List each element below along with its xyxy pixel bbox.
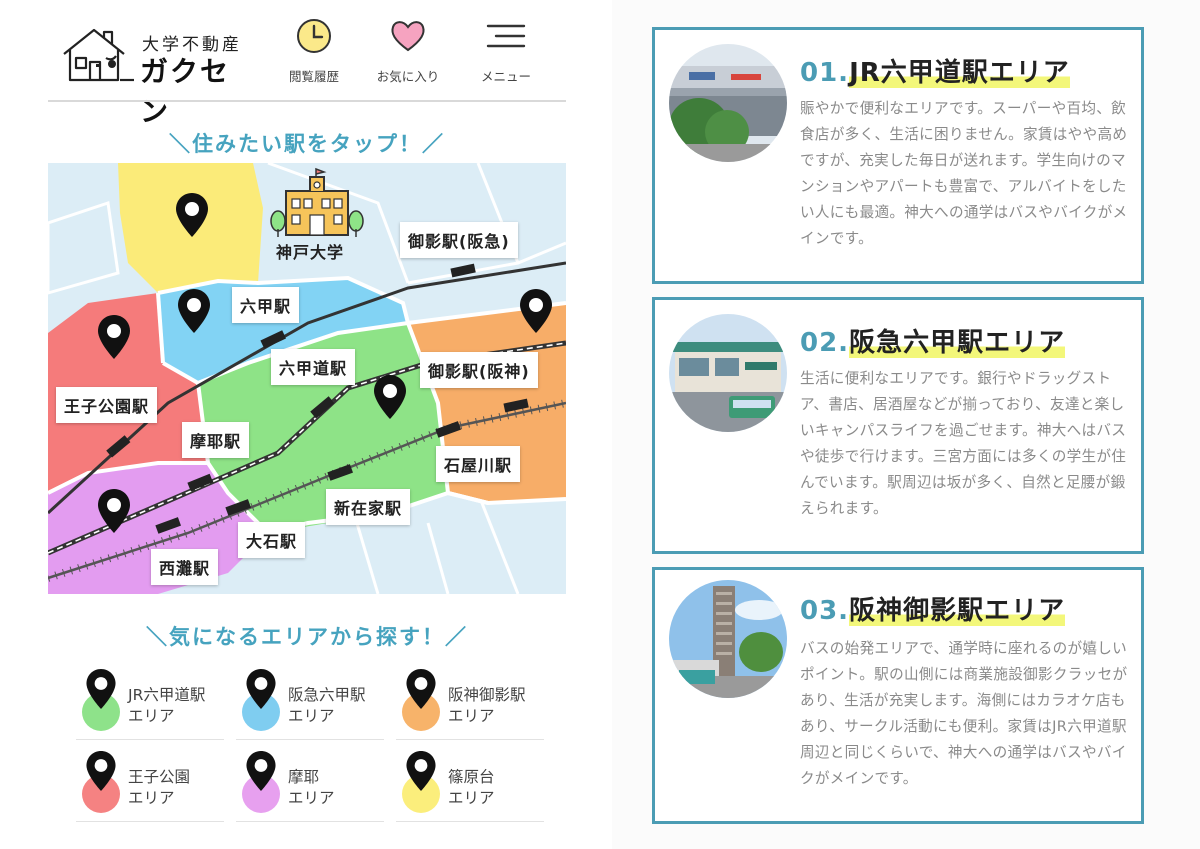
menu-label: メニュー — [480, 69, 531, 84]
menu-icon — [486, 24, 526, 48]
card-title-text: JR六甲道駅エリア — [849, 58, 1070, 88]
station-map[interactable]: 神戸大学 御影駅(阪急) 六甲駅 六甲道駅 御影駅(阪神) 王子公園駅 摩耶駅 … — [48, 163, 566, 594]
clock-icon — [297, 19, 331, 53]
history-button[interactable]: 閲覧履歴 — [274, 14, 354, 90]
area-item[interactable]: 王子公園 エリア — [76, 749, 226, 822]
card-description: バスの始発エリアで、通学時に座れるのが嬉しいポイント。駅の山側には商業施設御影ク… — [800, 640, 1128, 787]
area-card[interactable]: 02.阪急六甲駅エリア 生活に便利なエリアです。銀行やドラッグストア、書店、居酒… — [652, 297, 1144, 554]
map-pin-icon — [406, 669, 436, 709]
area-underline — [236, 821, 384, 822]
station-label-shinzaike[interactable]: 新在家駅 — [326, 489, 411, 525]
area-suffix: エリア — [448, 707, 495, 725]
station-photo — [669, 580, 787, 698]
station-label-oishi[interactable]: 大石駅 — [238, 522, 306, 558]
area-name: 摩耶 — [288, 768, 320, 786]
area-underline — [76, 739, 224, 740]
station-label-ishiyagawa[interactable]: 石屋川駅 — [436, 446, 521, 482]
map-pin-icon — [406, 751, 436, 791]
card-title-text: 阪急六甲駅エリア — [849, 328, 1066, 358]
station-label-nishinada[interactable]: 西灘駅 — [151, 549, 219, 585]
area-suffix: エリア — [288, 707, 335, 725]
site-logo[interactable]: 大学不動産 ガクセン — [60, 20, 250, 128]
station-label-oji-koen[interactable]: 王子公園駅 — [56, 387, 158, 423]
favorites-button[interactable]: お気に入り — [368, 14, 448, 90]
area-underline — [396, 739, 544, 740]
history-label: 閲覧履歴 — [288, 69, 339, 84]
area-name: 王子公園 — [128, 768, 191, 786]
area-suffix: エリア — [128, 707, 175, 725]
area-name: 篠原台 — [448, 768, 495, 786]
map-pin-icon — [86, 751, 116, 791]
area-card[interactable]: 03.阪神御影駅エリア バスの始発エリアで、通学時に座れるのが嬉しいポイント。駅… — [652, 567, 1144, 824]
map-pin-icon — [246, 751, 276, 791]
area-underline — [236, 739, 384, 740]
card-title-text: 阪神御影駅エリア — [849, 596, 1066, 626]
area-item[interactable]: 阪急六甲駅 エリア — [236, 667, 386, 740]
header-divider — [48, 100, 566, 102]
station-label-rokko[interactable]: 六甲駅 — [232, 287, 300, 323]
card-description: 生活に便利なエリアです。銀行やドラッグストア、書店、居酒屋などが揃っており、友達… — [800, 370, 1127, 517]
area-section-title: ＼気になるエリアから探す！／ — [146, 625, 468, 649]
area-item[interactable]: 摩耶 エリア — [236, 749, 386, 822]
map-pin-icon — [86, 669, 116, 709]
map-section-title: ＼住みたい駅をタップ！／ — [169, 132, 445, 156]
station-photo — [669, 44, 787, 162]
area-underline — [76, 821, 224, 822]
area-item[interactable]: 篠原台 エリア — [396, 749, 546, 822]
heart-icon — [391, 21, 425, 52]
station-label-mikage-hankyu[interactable]: 御影駅(阪急) — [400, 222, 518, 258]
card-title: 01.JR六甲道駅エリア — [800, 52, 1070, 89]
station-photo — [669, 314, 787, 432]
area-suffix: エリア — [128, 789, 175, 807]
card-title: 02.阪急六甲駅エリア — [800, 322, 1066, 359]
station-label-maya[interactable]: 摩耶駅 — [182, 422, 250, 458]
card-number: 03. — [800, 596, 850, 626]
logo-title: ガクセン — [140, 55, 231, 128]
area-name: 阪急六甲駅 — [288, 686, 366, 704]
right-panel: 01.JR六甲道駅エリア 賑やかで便利なエリアです。スーパーや百均、飲食店が多く… — [612, 0, 1200, 849]
card-number: 02. — [800, 328, 850, 358]
area-name: JR六甲道駅 — [128, 686, 206, 704]
campus-label: 神戸大学 — [276, 243, 345, 262]
area-underline — [396, 821, 544, 822]
station-label-mikage-hanshin[interactable]: 御影駅(阪神) — [420, 352, 538, 388]
card-description: 賑やかで便利なエリアです。スーパーや百均、飲食店が多く、生活に困りません。家賃は… — [800, 100, 1128, 247]
site-header: 大学不動産 ガクセン 閲覧履歴 お気に入り メニュー — [48, 14, 566, 128]
menu-button[interactable]: メニュー — [466, 14, 546, 90]
area-suffix: エリア — [288, 789, 335, 807]
area-item[interactable]: 阪神御影駅 エリア — [396, 667, 546, 740]
map-pin-icon — [246, 669, 276, 709]
area-item[interactable]: JR六甲道駅 エリア — [76, 667, 226, 740]
area-suffix: エリア — [448, 789, 495, 807]
card-title: 03.阪神御影駅エリア — [800, 590, 1066, 627]
station-label-rokkomichi[interactable]: 六甲道駅 — [271, 349, 356, 385]
area-name: 阪神御影駅 — [448, 686, 526, 704]
left-panel: 大学不動産 ガクセン 閲覧履歴 お気に入り メニュー ＼住みたい駅をタップ！／ — [0, 0, 612, 849]
favorites-label: お気に入り — [376, 69, 440, 84]
area-card[interactable]: 01.JR六甲道駅エリア 賑やかで便利なエリアです。スーパーや百均、飲食店が多く… — [652, 27, 1144, 284]
house-logo-icon — [63, 28, 134, 82]
card-number: 01. — [800, 58, 850, 88]
